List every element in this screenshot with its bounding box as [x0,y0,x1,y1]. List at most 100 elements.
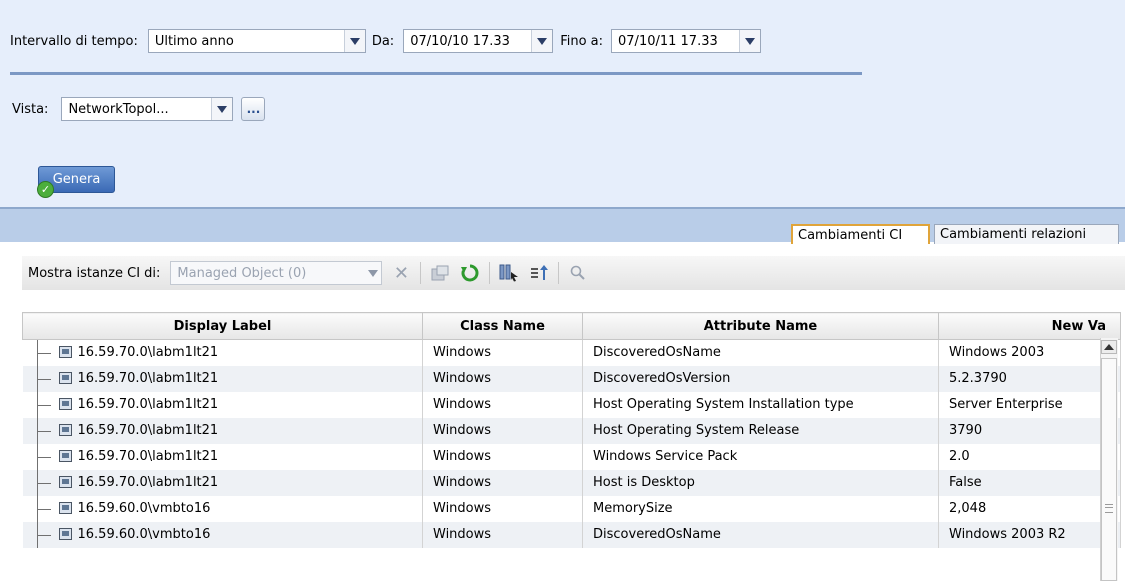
class-name-cell: Windows [422,391,583,418]
from-label: Da: [371,33,395,49]
display-label-text: 16.59.70.0\labm1lt21 [77,474,219,490]
new-value-cell: Windows 2003 [938,339,1121,366]
display-label-cell: 16.59.70.0\labm1lt21 [22,469,423,496]
properties-icon[interactable] [429,262,451,284]
scrollbar-thumb[interactable] [1101,358,1117,581]
select-columns-icon[interactable] [498,262,520,284]
attribute-name-cell: DiscoveredOsName [582,339,939,366]
generate-label: Genera [52,172,101,187]
managed-object-value: Managed Object (0) [177,265,307,281]
chevron-down-icon[interactable] [739,30,761,52]
chevron-down-icon[interactable] [531,30,553,52]
display-label-text: 16.59.60.0\vmbto16 [77,526,211,542]
chevron-down-icon[interactable] [343,30,365,52]
interval-value: Ultimo anno [154,33,234,49]
ci-toolbar: Mostra istanze CI di: Managed Object (0)… [22,256,1125,290]
grip-icon [1105,504,1113,513]
tab-ci-changes[interactable]: Cambiamenti CI [791,224,930,244]
separator-line [10,72,862,75]
display-label-cell: 16.59.70.0\labm1lt21 [22,417,423,444]
column-header-display-label[interactable]: Display Label [22,312,423,340]
table-row[interactable]: 16.59.70.0\labm1lt21 Windows DiscoveredO… [22,339,1121,366]
sort-icon[interactable] [528,262,550,284]
computer-icon [58,397,72,410]
tab-relationship-changes[interactable]: Cambiamenti relazioni [934,224,1119,244]
attribute-name-cell: Host is Desktop [582,469,939,496]
table-row[interactable]: 16.59.60.0\vmbto16 Windows DiscoveredOsN… [22,521,1121,548]
new-value-cell: 3790 [938,417,1121,444]
class-name-cell: Windows [422,339,583,366]
new-value-cell: False [938,469,1121,496]
display-label-text: 16.59.70.0\labm1lt21 [77,370,219,386]
display-label-text: 16.59.70.0\labm1lt21 [77,345,219,360]
column-header-class-name[interactable]: Class Name [422,312,583,340]
show-instances-label: Mostra istanze CI di: [28,265,161,281]
interval-label: Intervallo di tempo: [10,33,138,49]
class-name-cell: Windows [422,365,583,392]
display-label-cell: 16.59.70.0\labm1lt21 [22,365,423,392]
search-icon[interactable] [567,262,589,284]
class-name-cell: Windows [422,443,583,470]
time-interval-row: Intervallo di tempo: Ultimo anno Da: 07/… [10,29,762,53]
view-label: Vista: [12,101,49,117]
display-label-text: 16.59.60.0\vmbto16 [77,500,211,516]
view-row: Vista: NetworkTopol... ... [12,97,266,121]
table-header: Display Label Class Name Attribute Name … [22,312,1121,340]
class-name-cell: Windows [422,417,583,444]
class-name-cell: Windows [422,495,583,522]
computer-icon [58,371,72,384]
column-header-new-value[interactable]: New Va [938,312,1121,340]
computer-icon [58,501,72,514]
attribute-name-cell: Host Operating System Release [582,417,939,444]
attribute-name-cell: Windows Service Pack [582,443,939,470]
column-header-attribute-name[interactable]: Attribute Name [582,312,939,340]
tab-label: Cambiamenti CI [798,227,903,243]
toolbar-separator [489,262,491,284]
view-select[interactable]: NetworkTopol... [61,97,234,121]
display-label-text: 16.59.70.0\labm1lt21 [77,448,219,464]
class-name-cell: Windows [422,521,583,548]
chevron-down-icon[interactable] [211,98,233,120]
table-row[interactable]: 16.59.60.0\vmbto16 Windows MemorySize 2,… [22,495,1121,522]
managed-object-select[interactable]: Managed Object (0) [170,261,383,285]
table-row[interactable]: 16.59.70.0\labm1lt21 Windows Host Operat… [22,417,1121,444]
table-row[interactable]: 16.59.70.0\labm1lt21 Windows DiscoveredO… [22,365,1121,392]
view-options-button[interactable]: ... [241,97,266,121]
computer-icon [58,475,72,488]
to-date-select[interactable]: 07/10/11 17.33 [611,29,762,53]
computer-icon [58,527,72,540]
display-label-cell: 16.59.70.0\labm1lt21 [22,391,423,418]
new-value-cell: Server Enterprise [938,391,1121,418]
from-date-select[interactable]: 07/10/10 17.33 [403,29,554,53]
display-label-cell: 16.59.70.0\labm1lt21 [22,443,423,470]
display-label-cell: 16.59.60.0\vmbto16 [22,495,423,522]
display-label-text: 16.59.70.0\labm1lt21 [77,396,219,412]
table-row[interactable]: 16.59.70.0\labm1lt21 Windows Host is Des… [22,469,1121,496]
computer-icon [58,346,72,358]
attribute-name-cell: DiscoveredOsName [582,521,939,548]
display-label-text: 16.59.70.0\labm1lt21 [77,422,219,438]
tab-label: Cambiamenti relazioni [940,227,1087,242]
display-label-cell: 16.59.70.0\labm1lt21 [22,339,423,366]
view-value: NetworkTopol... [68,101,169,117]
new-value-cell: 5.2.3790 [938,365,1121,392]
computer-icon [58,423,72,436]
attribute-name-cell: MemorySize [582,495,939,522]
scroll-up-button[interactable] [1101,340,1117,354]
table-row[interactable]: 16.59.70.0\labm1lt21 Windows Windows Ser… [22,443,1121,470]
chevron-down-icon[interactable] [365,262,381,284]
attribute-name-cell: DiscoveredOsVersion [582,365,939,392]
table-row[interactable]: 16.59.70.0\labm1lt21 Windows Host Operat… [22,391,1121,418]
new-value-cell: 2.0 [938,443,1121,470]
from-date-value: 07/10/10 17.33 [410,33,510,49]
new-value-cell: 2,048 [938,495,1121,522]
ci-changes-table: Display Label Class Name Attribute Name … [22,312,1121,548]
refresh-icon[interactable] [459,262,481,284]
class-name-cell: Windows [422,469,583,496]
delete-icon[interactable]: ✕ [390,262,412,284]
attribute-name-cell: Host Operating System Installation type [582,391,939,418]
to-date-value: 07/10/11 17.33 [618,33,718,49]
toolbar-separator [558,262,560,284]
display-label-cell: 16.59.60.0\vmbto16 [22,521,423,548]
interval-select[interactable]: Ultimo anno [147,29,366,53]
